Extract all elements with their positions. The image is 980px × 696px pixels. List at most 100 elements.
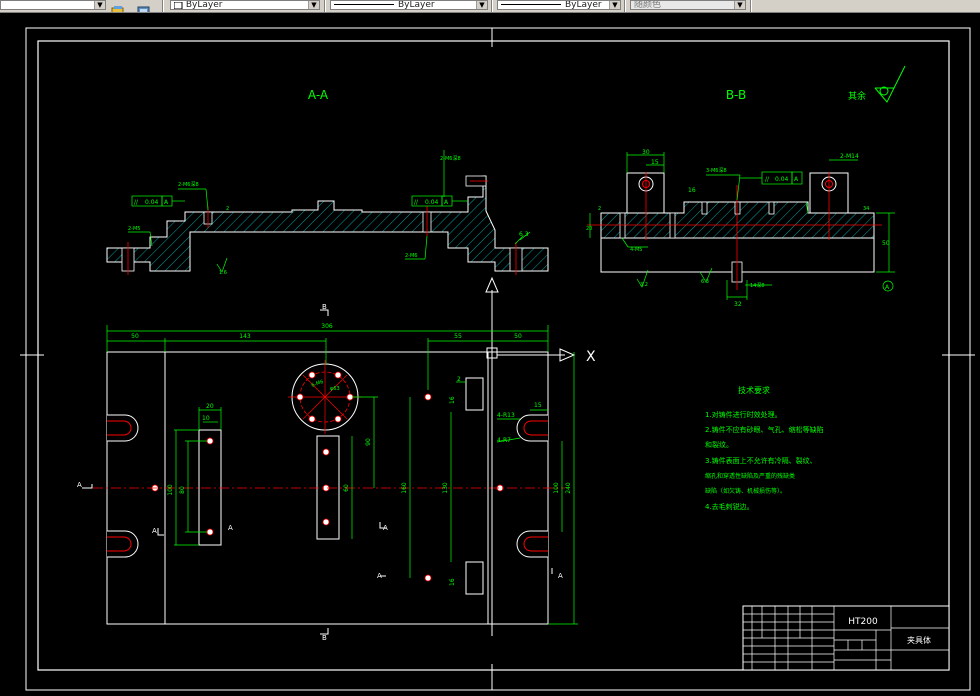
plan-dim-15: 15 [534, 402, 542, 409]
aa-roughness-2: 6.3 [519, 231, 529, 238]
axis-x-label: X [586, 349, 596, 365]
aa-roughness-1: 1.6 [219, 270, 227, 276]
plan-dim-143: 143 [239, 333, 251, 340]
section-mark-a-3: A [383, 524, 388, 532]
toolbar-separator [491, 0, 493, 12]
bb-dim-34: 34 [863, 206, 869, 212]
plan-dim-10: 10 [202, 415, 210, 422]
plan-dim-16a: 16 [449, 396, 456, 404]
section-mark-a-4: A [377, 572, 382, 580]
layer-states-icon[interactable] [111, 0, 125, 12]
aa-tol-symbol-2: // [414, 199, 419, 206]
bb-dim-2: 2 [598, 206, 601, 212]
plan-dim-80: 80 [179, 486, 186, 494]
aa-hole-3: 2-M6 [405, 253, 417, 259]
aa-hole-2: 2-M5 [128, 226, 140, 232]
section-bb-view: 30 15 3-M6深8 2-M14 4-M5 // 0.04 A 16 20 … [586, 149, 895, 308]
color-swatch-icon [173, 1, 183, 9]
plan-dim-90: 90 [365, 438, 372, 446]
plan-dim-130: 130 [442, 482, 449, 494]
bb-tol-symbol: // [765, 176, 770, 183]
aa-tol-value: 0.04 [145, 199, 159, 206]
plan-circle-dim: φ63 [330, 386, 340, 392]
technical-requirements: 技术要求 1.对铸件进行时效处理。 2.铸件不应有砂眼、气孔、缩松等缺陷 和裂纹… [705, 385, 824, 511]
chevron-down-icon: ▼ [476, 1, 487, 9]
centering-marks [20, 28, 975, 690]
bb-roughness-1: 3.2 [640, 282, 648, 288]
section-bb-label: B-B [726, 88, 746, 102]
bb-hole-2: 2-M14 [840, 153, 859, 160]
plan-dim-60: 60 [343, 484, 350, 492]
bb-dim-20: 20 [586, 226, 592, 232]
plan-dim-2: 2 [457, 376, 461, 383]
plan-r13: 4-R13 [497, 412, 515, 419]
linetype-dropdown[interactable]: ByLayer ▼ [330, 0, 488, 10]
lineweight-dropdown[interactable]: ByLayer ▼ [497, 0, 621, 10]
plan-dim-50b: 50 [514, 333, 522, 340]
tech-item-1: 1.对铸件进行时效处理。 [705, 410, 782, 419]
tech-item-3b: 缩孔和穿透性缺陷及严重的残缺类 [705, 472, 795, 480]
tech-item-2: 2.铸件不应有砂眼、气孔、缩松等缺陷 [705, 425, 824, 434]
bb-tol-value: 0.04 [775, 176, 789, 183]
toolbar-separator [162, 0, 164, 12]
color-value: ByLayer [185, 0, 223, 10]
plotstyle-dropdown[interactable]: 随颜色 ▼ [630, 0, 746, 10]
aa-tol-datum: A [164, 199, 169, 206]
aa-hole-4: 2-M6深8 [440, 155, 461, 162]
cad-drawing-canvas[interactable]: A-A 2-M6深8 2-M5 2-M6 // 0.04 A // 0.04 A… [0, 12, 980, 696]
color-dropdown[interactable]: ByLayer ▼ [170, 0, 320, 10]
toolbar-separator [750, 0, 752, 12]
bb-dim-16: 16 [688, 187, 696, 194]
plan-dim-50a: 50 [131, 333, 139, 340]
bb-dim-30: 30 [642, 149, 650, 156]
chevron-down-icon: ▼ [609, 1, 620, 9]
toolbar-separator [324, 0, 326, 12]
bb-dim-50: 50 [882, 240, 890, 247]
tech-item-3c: 缺陷（如欠铸、机械损伤等）。 [705, 487, 786, 495]
section-aa-view: 2-M6深8 2-M5 2-M6 // 0.04 A // 0.04 A 1.6… [106, 150, 549, 276]
linetype-value: ByLayer [398, 0, 435, 10]
section-mark-b-top: B [322, 303, 327, 311]
bb-dim-15: 15 [651, 159, 659, 166]
section-mark-a-5: A [558, 572, 563, 580]
title-material: HT200 [848, 617, 878, 627]
aa-tol-value-2: 0.04 [425, 199, 439, 206]
bb-dim-32: 32 [734, 301, 742, 308]
section-aa-label: A-A [308, 88, 329, 102]
chevron-down-icon: ▼ [734, 1, 745, 9]
bb-hole-3: 4-M5 [630, 247, 642, 253]
aa-tol-datum-2: A [444, 199, 449, 206]
aa-dim-2: 2 [226, 206, 229, 212]
bb-hole-1: 3-M6深8 [706, 167, 727, 174]
datum-a-label: A [885, 284, 890, 291]
title-block: HT200 夹具体 [742, 605, 950, 671]
plan-circle-label: 6-M6 [311, 379, 325, 389]
section-mark-a-left: A [77, 481, 82, 489]
layer-dropdown[interactable]: ▼ [0, 0, 106, 10]
view-direction-arrow [485, 276, 499, 348]
title-part-name: 夹具体 [907, 635, 931, 645]
chevron-down-icon: ▼ [94, 1, 105, 9]
plan-dim-240: 240 [565, 482, 572, 494]
plan-dim-160: 160 [401, 482, 408, 494]
roughness-other-label: 其余 [848, 90, 866, 102]
plan-dim-20: 20 [206, 403, 214, 410]
bb-dim-14: 14深8 [750, 282, 765, 289]
plan-dim-306: 306 [321, 323, 333, 330]
bb-tol-datum: A [794, 176, 799, 183]
lineweight-sample [501, 4, 561, 5]
section-mark-b-bottom: B [322, 634, 327, 642]
chevron-down-icon: ▼ [308, 1, 319, 9]
tech-item-4: 4.去毛刺锐边。 [705, 502, 754, 511]
aa-hole-1: 2-M6深8 [178, 181, 199, 188]
tech-item-2b: 和裂纹。 [705, 440, 733, 449]
bb-roughness-2: 6.3 [701, 279, 709, 285]
tech-title: 技术要求 [738, 385, 770, 395]
plan-dim-55: 55 [454, 333, 462, 340]
aa-tol-symbol: // [134, 199, 139, 206]
plan-r7: 4-R7 [497, 437, 511, 444]
sheet-inner-frame [37, 40, 950, 671]
layer-previous-icon[interactable] [137, 0, 151, 12]
plan-view: X 306 50 143 55 50 20 10 100 80 90 60 16… [77, 303, 596, 642]
linetype-sample [334, 4, 394, 5]
